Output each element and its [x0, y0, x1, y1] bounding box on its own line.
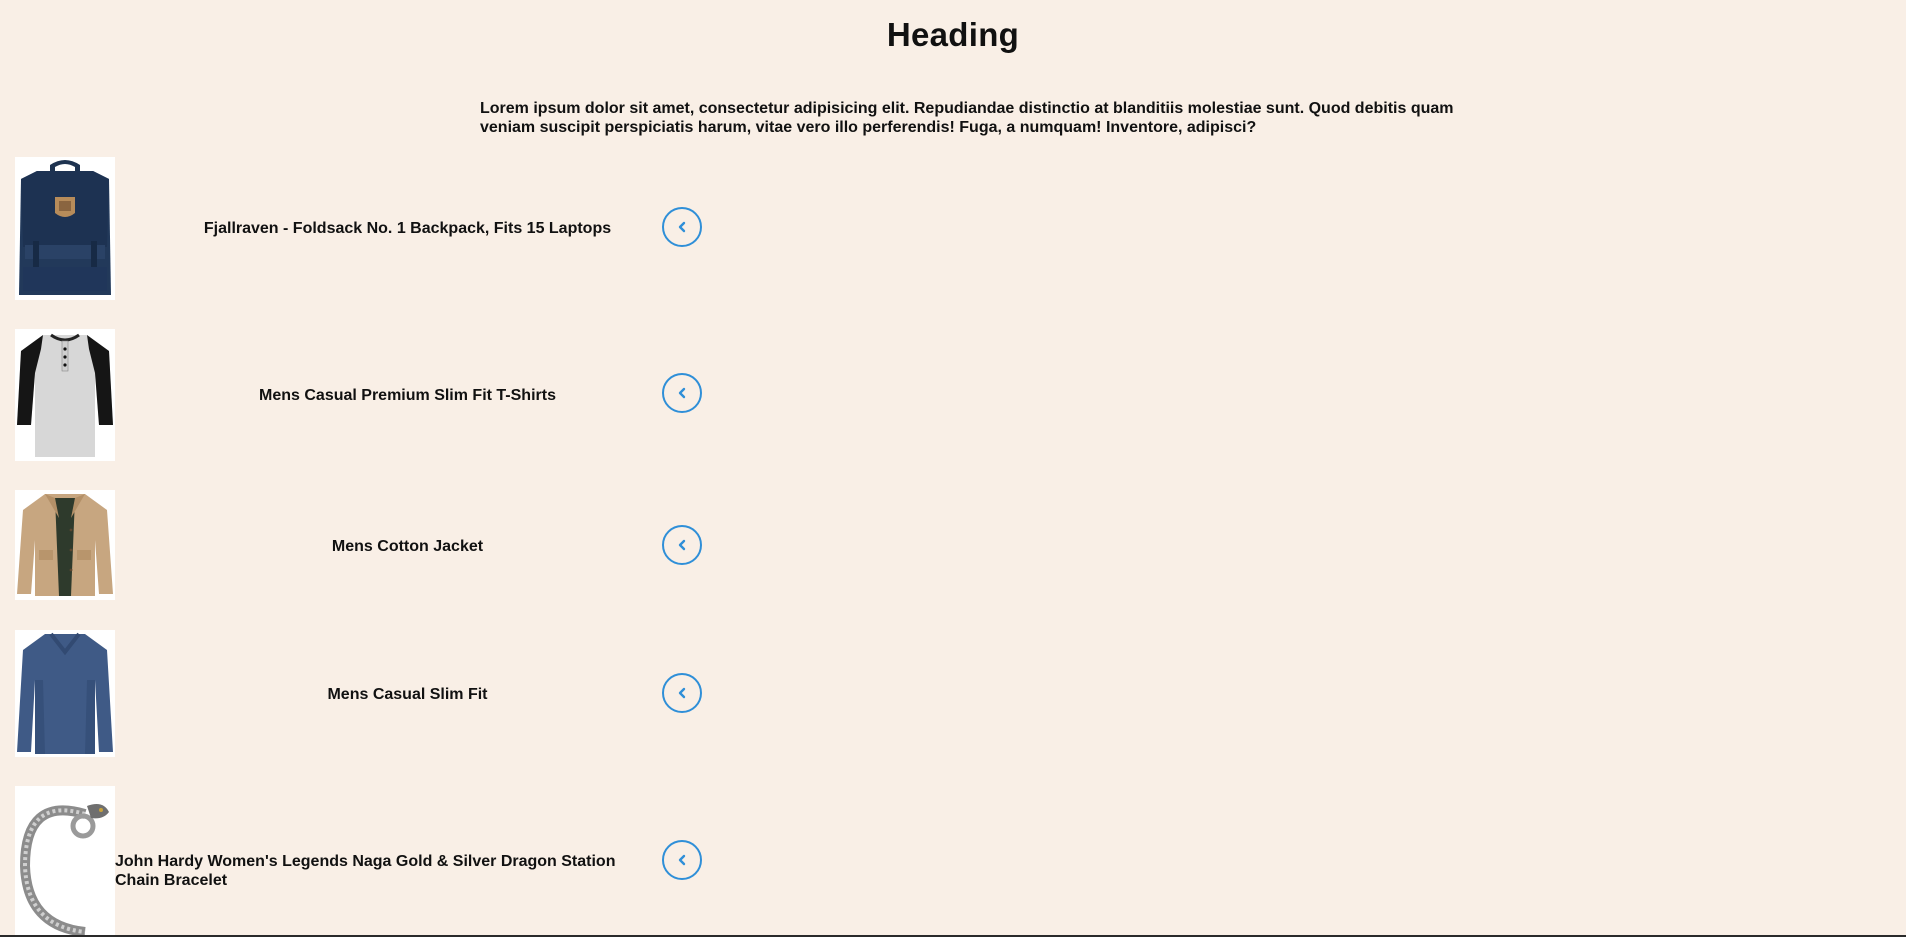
backpack-image	[15, 157, 115, 300]
product-nav-button[interactable]	[662, 207, 702, 247]
page-heading: Heading	[886, 16, 1020, 53]
product-nav-button[interactable]	[662, 840, 702, 880]
product-nav-button[interactable]	[662, 673, 702, 713]
product-title: Mens Casual Slim Fit	[327, 686, 488, 703]
dragon-bracelet-image	[15, 786, 115, 936]
chevron-left-icon	[678, 687, 686, 699]
long-sleeve-shirt-image	[15, 630, 115, 757]
product-row: Mens Casual Slim Fit	[15, 630, 715, 757]
product-title: Fjallraven - Foldsack No. 1 Backpack, Fi…	[203, 220, 612, 237]
product-row: John Hardy Women's Legends Naga Gold & S…	[15, 786, 715, 936]
raglan-tshirt-image	[15, 329, 115, 461]
product-row: Fjallraven - Foldsack No. 1 Backpack, Fi…	[15, 157, 715, 300]
product-title: Mens Cotton Jacket	[331, 538, 484, 555]
chevron-left-icon	[678, 387, 686, 399]
cotton-jacket-image	[15, 490, 115, 600]
product-page: Heading Lorem ipsum dolor sit amet, cons…	[0, 0, 1906, 937]
chevron-left-icon	[678, 854, 686, 866]
product-nav-button[interactable]	[662, 373, 702, 413]
product-nav-button[interactable]	[662, 525, 702, 565]
product-row: Mens Cotton Jacket	[15, 490, 715, 600]
product-title: Mens Casual Premium Slim Fit T-Shirts	[259, 387, 556, 404]
product-title: John Hardy Women's Legends Naga Gold & S…	[115, 853, 616, 889]
chevron-left-icon	[678, 221, 686, 233]
intro-paragraph: Lorem ipsum dolor sit amet, consectetur …	[480, 100, 1454, 136]
product-row: Mens Casual Premium Slim Fit T-Shirts	[15, 329, 715, 461]
chevron-left-icon	[678, 539, 686, 551]
